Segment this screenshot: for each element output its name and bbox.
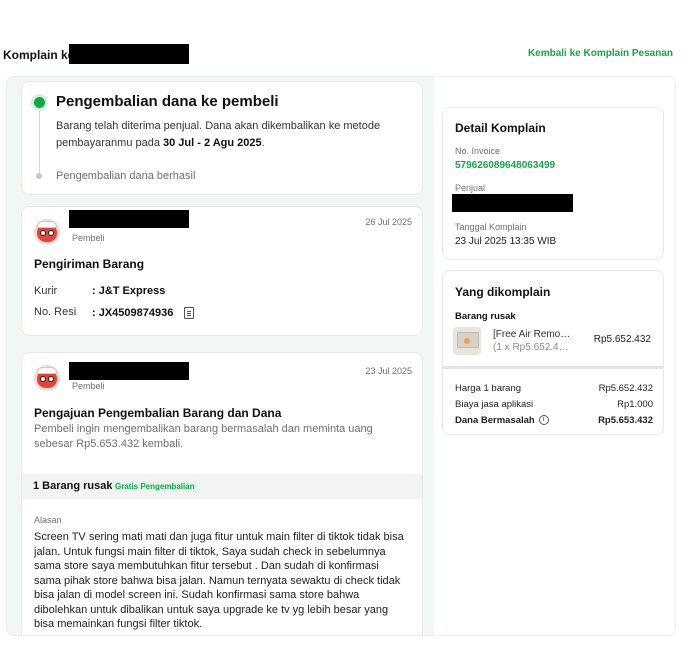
redacted-buyer-name bbox=[69, 362, 189, 380]
shipping-card: Pembeli 26 Jul 2025 Pengiriman Barang Ku… bbox=[21, 206, 423, 336]
redacted-store-name bbox=[69, 44, 189, 64]
status-substep: Pengembalian dana berhasil bbox=[56, 170, 196, 182]
fee-row-label: Biaya jasa aplikasi bbox=[455, 399, 534, 410]
product-quantity: (1 x Rp5.652.432) bbox=[493, 342, 573, 353]
avatar bbox=[34, 365, 60, 391]
complaint-date-label: Tanggal Komplain bbox=[455, 222, 527, 232]
page-title: Komplain ke bbox=[3, 48, 75, 62]
price-row: Harga 1 barang Rp5.652.432 bbox=[455, 383, 653, 394]
avatar bbox=[34, 219, 60, 245]
buyer-role: Pembeli bbox=[72, 233, 105, 243]
seller-label: Penjual bbox=[455, 183, 486, 193]
resi-value: : JX4509874936 bbox=[92, 307, 174, 319]
complaint-detail-card: Detail Komplain No. Invoice 579626089648… bbox=[442, 107, 664, 260]
invoice-number[interactable]: 579626089648063499 bbox=[455, 160, 555, 171]
complained-title: Yang dikomplain bbox=[455, 285, 551, 299]
return-request-card: Pembeli 23 Jul 2025 Pengajuan Pengembali… bbox=[21, 352, 423, 635]
total-value: Rp5.653.432 bbox=[598, 415, 653, 426]
refund-date-range: 30 Jul - 2 Agu 2025 bbox=[163, 137, 262, 149]
total-row: Dana Bermasalah i Rp5.653.432 bbox=[455, 415, 653, 426]
info-icon[interactable]: i bbox=[538, 415, 549, 426]
complaint-frame: Pengembalian dana ke pembeli Barang tela… bbox=[6, 76, 676, 636]
reason-label: Alasan bbox=[34, 515, 62, 525]
timeline-line bbox=[39, 111, 40, 173]
timeline-dot-icon bbox=[36, 173, 42, 179]
complained-item-card: Yang dikomplain Barang rusak [Free Air R… bbox=[442, 270, 664, 435]
product-name[interactable]: [Free Air Remote] Samsung bbox=[493, 329, 573, 340]
request-date: 23 Jul 2025 bbox=[365, 366, 412, 376]
price-row-value: Rp5.652.432 bbox=[598, 383, 653, 394]
status-dot-icon bbox=[34, 97, 45, 108]
invoice-label: No. Invoice bbox=[455, 146, 501, 156]
refund-status-card: Pengembalian dana ke pembeli Barang tela… bbox=[21, 81, 423, 195]
product-price: Rp5.652.432 bbox=[593, 334, 651, 345]
product-thumbnail[interactable] bbox=[453, 327, 481, 355]
request-description: Pembeli ingin mengembalikan barang berma… bbox=[34, 423, 373, 450]
status-title: Pengembalian dana ke pembeli bbox=[56, 93, 279, 110]
fee-row-value: Rp1.000 bbox=[617, 399, 653, 410]
courier-value: : J&T Express bbox=[92, 285, 166, 297]
resi-label: No. Resi bbox=[34, 306, 77, 318]
buyer-role: Pembeli bbox=[72, 381, 105, 391]
detail-title: Detail Komplain bbox=[455, 121, 546, 135]
redacted-buyer-name bbox=[69, 210, 189, 228]
price-row-label: Harga 1 barang bbox=[455, 383, 522, 394]
damaged-item-count: 1 Barang rusak bbox=[33, 480, 113, 492]
redacted-seller-name bbox=[452, 194, 573, 212]
status-description: Barang telah diterima penjual. Dana akan… bbox=[56, 120, 381, 149]
shipping-title: Pengiriman Barang bbox=[34, 257, 145, 271]
complaint-date-value: 23 Jul 2025 13:35 WIB bbox=[455, 236, 557, 247]
free-return-badge: Gratis Pengembalian bbox=[112, 481, 198, 492]
total-label: Dana Bermasalah bbox=[455, 415, 535, 426]
reason-text: Screen TV sering mati mati dan juga fitu… bbox=[34, 531, 404, 630]
top-bar: Komplain ke Kembali ke Komplain Pesanan bbox=[0, 40, 691, 68]
fee-row: Biaya jasa aplikasi Rp1.000 bbox=[455, 399, 653, 410]
shipping-date: 26 Jul 2025 bbox=[365, 217, 412, 227]
request-title: Pengajuan Pengembalian Barang dan Dana bbox=[34, 406, 282, 420]
complaint-category: Barang rusak bbox=[455, 311, 516, 322]
timeline-column: Pengembalian dana ke pembeli Barang tela… bbox=[7, 77, 434, 635]
copy-icon[interactable] bbox=[184, 307, 194, 319]
courier-label: Kurir bbox=[34, 285, 58, 297]
back-to-complaints-link[interactable]: Kembali ke Komplain Pesanan bbox=[528, 48, 673, 59]
detail-column: Detail Komplain No. Invoice 579626089648… bbox=[434, 77, 675, 635]
divider bbox=[443, 366, 663, 369]
damaged-item-band: 1 Barang rusak Gratis Pengembalian bbox=[22, 474, 422, 499]
